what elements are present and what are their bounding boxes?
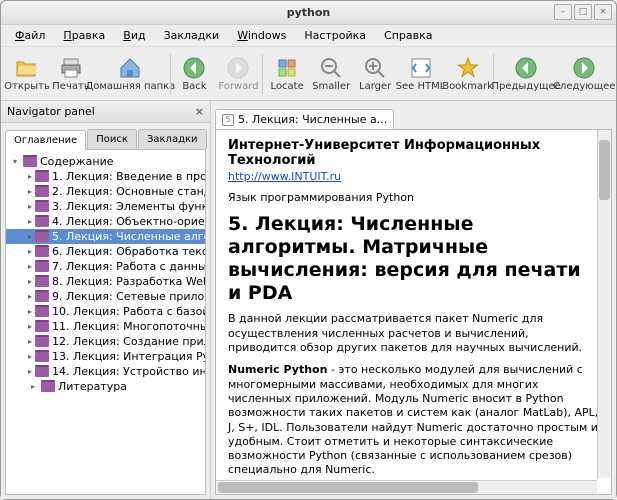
book-icon [35,187,49,197]
tree-item[interactable]: ▸1. Лекция: Введение в програ... [6,169,205,184]
document-icon: 5 [222,114,234,126]
menu-windows[interactable]: Windows [229,27,294,44]
menu-help[interactable]: Справка [376,27,440,44]
menu-bookmarks[interactable]: Закладки [156,27,228,44]
html-icon [409,56,433,80]
title-bar: python – □ × [1,1,616,25]
book-icon [35,322,49,332]
smaller-button[interactable]: Smaller [309,50,353,98]
arrow-right-icon [226,56,250,80]
tree-item[interactable]: ▸12. Лекция: Создание прило... [6,334,205,349]
forward-button[interactable]: Forward [216,50,260,98]
tree-item[interactable]: ▸10. Лекция: Работа с базой д... [6,304,205,319]
document-viewer[interactable]: Интернет-Университет Информационных Техн… [215,129,612,495]
toolbar: Открыть Печать Домашняя папка Back Forwa… [1,47,616,101]
zoom-out-icon [319,56,343,80]
book-icon [35,217,49,227]
intro-paragraph: В данной лекции рассматривается пакет Nu… [228,312,599,355]
main-body: Navigator panel × Оглавление Поиск Закла… [1,101,616,499]
tree-item[interactable]: ▸11. Лекция: Многопоточные ... [6,319,205,334]
scrollbar-thumb[interactable] [218,482,478,493]
tab-search[interactable]: Поиск [87,129,137,149]
page-title: 5. Лекция: Численные алгоритмы. Матричны… [228,213,599,304]
book-icon [35,307,49,317]
navigator-close-icon[interactable]: × [195,105,204,118]
separator [170,54,171,94]
home-button[interactable]: Домашняя папка [93,50,168,98]
close-button[interactable]: × [594,4,612,20]
tree-item[interactable]: ▸13. Лекция: Интеграция Pyth... [6,349,205,364]
tree-item[interactable]: ▸6. Лекция: Обработка тексто... [6,244,205,259]
tree-item[interactable]: ▸8. Лекция: Разработка Web-п... [6,274,205,289]
arrow-left-icon [182,56,206,80]
locate-button[interactable]: Locate [265,50,309,98]
vertical-scrollbar[interactable] [597,130,611,478]
navigator-panel: Navigator panel × Оглавление Поиск Закла… [1,101,211,499]
book-icon [35,367,49,377]
open-button[interactable]: Открыть [5,50,49,98]
content-tabs: 5 5. Лекция: Численные а... [211,101,616,129]
book-icon [35,352,49,362]
book-icon [35,172,49,182]
tree-root[interactable]: ▾Содержание [6,154,205,169]
star-icon [456,56,480,80]
see-html-button[interactable]: See HTML [397,50,444,98]
book-icon [35,262,49,272]
book-icon [35,277,49,287]
back-button[interactable]: Back [172,50,216,98]
book-icon [35,292,49,302]
toc-tree[interactable]: ▾Содержание ▸1. Лекция: Введение в прогр… [5,149,206,495]
folder-open-icon [15,56,39,80]
separator [262,54,263,94]
tree-item[interactable]: ▸2. Лекция: Основные стандар... [6,184,205,199]
menu-settings[interactable]: Настройка [296,27,374,44]
larger-button[interactable]: Larger [353,50,397,98]
navigator-title: Navigator panel [7,105,95,118]
bookmark-button[interactable]: Bookmark [444,50,491,98]
menu-file[interactable]: Файл [7,27,53,44]
prev-button[interactable]: Предыдущее [496,50,556,98]
menu-bar: Файл Правка Вид Закладки Windows Настрой… [1,25,616,47]
minimize-button[interactable]: – [554,4,572,20]
tree-item[interactable]: ▸5. Лекция: Численные алгори... [6,229,205,244]
tree-item[interactable]: ▸7. Лекция: Работа с данными ... [6,259,205,274]
arrow-right-circle-icon [572,56,596,80]
maximize-button[interactable]: □ [574,4,592,20]
content-tab[interactable]: 5 5. Лекция: Численные а... [215,109,394,129]
tree-item[interactable]: ▸3. Лекция: Элементы функци... [6,199,205,214]
tree-item[interactable]: ▸9. Лекция: Сетевые приложе... [6,289,205,304]
book-icon [41,382,55,392]
book-icon [35,202,49,212]
zoom-in-icon [363,56,387,80]
locate-icon [275,56,299,80]
org-link[interactable]: http://www.INTUIT.ru [228,170,341,183]
content-tab-label: 5. Лекция: Численные а... [238,113,387,126]
tree-item[interactable]: ▸14. Лекция: Устройство интер... [6,364,205,379]
content-area: 5 5. Лекция: Численные а... Интернет-Уни… [211,101,616,499]
next-button[interactable]: Следующее [556,50,612,98]
book-icon [35,247,49,257]
menu-view[interactable]: Вид [115,27,153,44]
window-title: python [287,6,331,19]
tree-item[interactable]: ▸4. Лекция: Объектно-ориент... [6,214,205,229]
tab-toc[interactable]: Оглавление [5,130,86,150]
arrow-left-circle-icon [514,56,538,80]
org-heading: Интернет-Университет Информационных Техн… [228,138,599,168]
scrollbar-thumb[interactable] [599,140,610,200]
book-icon [35,337,49,347]
book-icon [23,157,37,167]
window-controls: – □ × [554,4,612,20]
np-paragraph: Numeric Python - это несколько модулей д… [228,363,599,477]
navigator-header: Navigator panel × [1,101,210,123]
home-icon [118,56,142,80]
printer-icon [59,56,83,80]
horizontal-scrollbar[interactable] [216,480,597,494]
tab-bookmarks[interactable]: Закладки [138,129,207,149]
lang-label: Язык программирования Python [228,191,599,205]
tree-item[interactable]: ▸Литература [6,379,205,394]
menu-edit[interactable]: Правка [55,27,113,44]
navigator-tabs: Оглавление Поиск Закладки [1,123,210,149]
book-icon [35,232,49,242]
